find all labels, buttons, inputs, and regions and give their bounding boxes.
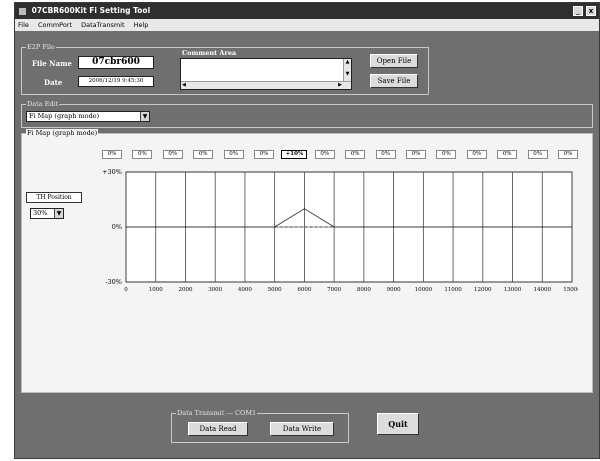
comment-area-label: Comment Area [182,49,237,57]
x-tick-label: 7000 [327,287,341,293]
data-transmit-group-label: Data Transmit --- COM1 [176,409,258,417]
menu-help[interactable]: Help [134,21,149,29]
data-point [571,226,573,228]
data-point [363,226,365,228]
data-read-button[interactable]: Data Read [188,422,248,436]
close-button[interactable]: x [586,6,596,16]
x-tick-label: 3000 [208,287,222,293]
data-point [422,226,424,228]
chevron-down-icon[interactable]: ▼ [140,112,149,121]
data-point [184,226,186,228]
scroll-up-icon[interactable]: ▲ [344,59,351,65]
scroll-right-icon[interactable]: ▶ [338,82,342,88]
date-field[interactable]: 2006/12/19 9:45:30 [78,76,154,87]
window-title: 07CBR600Kit Fi Setting Tool [31,6,151,15]
e2p-file-group: E2P File File Name 07cbr600 Date 2006/12… [21,43,429,95]
data-point [512,226,514,228]
e2p-file-group-label: E2P File [26,43,56,51]
data-point [482,226,484,228]
app-icon [19,7,26,15]
x-tick-label: 0 [124,287,128,293]
x-tick-label: 14000 [534,287,552,293]
data-point [541,226,543,228]
data-edit-select-value: Fi Map (graph mode) [29,112,100,120]
th-chevron-down-icon[interactable]: ▼ [54,209,63,218]
data-point [155,226,157,228]
y-tick-label: -30% [105,278,122,286]
data-point [303,208,305,210]
scroll-left-icon[interactable]: ◀ [182,82,186,88]
x-tick-label: 13000 [504,287,522,293]
x-tick-label: 2000 [178,287,192,293]
scroll-down-icon[interactable]: ▼ [344,71,351,77]
fi-map-panel: Fi Map (graph mode) 0% 0% 0% 0% 0% 0% +10% 0% 0%… [21,129,593,393]
x-tick-label: 1000 [149,287,163,293]
th-position-label: TH Position [26,192,82,203]
comment-textarea[interactable]: ▲ ▼ ◀ ▶ [180,58,352,90]
date-label: Date [44,78,63,87]
data-point [393,226,395,228]
save-file-button[interactable]: Save File [370,74,418,88]
x-tick-label: 9000 [387,287,401,293]
menu-datatransmit[interactable]: DataTransmit [81,21,124,29]
x-tick-label: 11000 [444,287,462,293]
data-point [244,226,246,228]
data-edit-select[interactable]: Fi Map (graph mode) ▼ [26,111,150,122]
x-tick-label: 12000 [474,287,492,293]
th-position-select[interactable]: 30% ▼ [30,208,64,219]
minimize-button[interactable]: _ [573,6,583,16]
y-tick-label: +30% [102,168,122,176]
data-point [214,226,216,228]
x-tick-label: 10000 [415,287,433,293]
menu-bar: File CommPort DataTransmit Help [15,19,599,31]
x-tick-label: 4000 [238,287,252,293]
fi-map-panel-label: Fi Map (graph mode) [26,129,99,137]
file-name-field[interactable]: 07cbr600 [78,56,154,69]
y-tick-label: 0% [112,223,122,231]
data-transmit-group: Data Transmit --- COM1 Data Read Data Wr… [171,409,349,443]
main-window: 07CBR600Kit Fi Setting Tool _ x File Com… [14,2,600,459]
data-point [452,226,454,228]
x-tick-label: 6000 [297,287,311,293]
x-tick-label: 15000 [563,287,578,293]
x-tick-label: 5000 [268,287,282,293]
quit-button[interactable]: Quit [377,413,419,435]
data-point [125,226,127,228]
data-write-button[interactable]: Data Write [270,422,334,436]
menu-commport[interactable]: CommPort [38,21,72,29]
menu-file[interactable]: File [18,21,29,29]
title-bar: 07CBR600Kit Fi Setting Tool _ x [15,3,599,19]
comment-vertical-scrollbar[interactable]: ▲ ▼ [343,59,351,83]
x-tick-label: 8000 [357,287,371,293]
comment-horizontal-scrollbar[interactable]: ◀ ▶ [181,81,351,89]
fi-map-chart[interactable]: 0 1000 2000 3000 4000 5000 6000 7000 8000 9000 100… [78,158,578,298]
data-edit-group: Data Edit Fi Map (graph mode) ▼ [21,100,593,128]
open-file-button[interactable]: Open File [370,54,418,68]
th-position-box: TH Position 30% ▼ [26,192,86,234]
file-name-label: File Name [32,59,72,68]
th-position-value: 30% [33,209,48,217]
data-edit-group-label: Data Edit [26,100,60,108]
